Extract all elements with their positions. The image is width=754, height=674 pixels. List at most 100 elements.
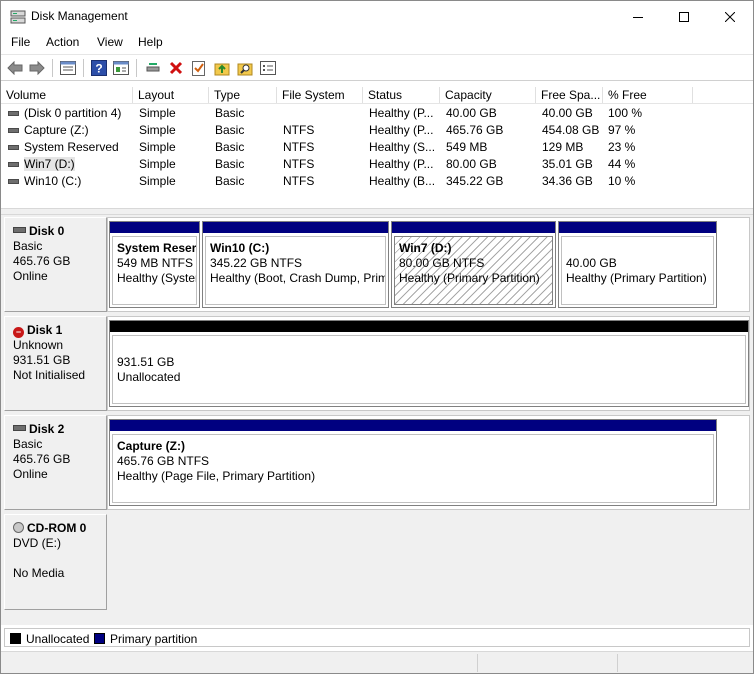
column-header-volume[interactable]: Volume (1, 87, 133, 103)
check-icon (192, 61, 205, 76)
cell-type: Basic (215, 174, 245, 188)
cell-type: Basic (215, 157, 245, 171)
cell-status: Healthy (P... (369, 123, 434, 137)
cell-capacity: 80.00 GB (446, 157, 497, 171)
minimize-button[interactable] (615, 1, 661, 32)
partition-status: Healthy (Syster (117, 271, 197, 285)
cell-type: Basic (215, 140, 245, 154)
partition-status: Healthy (Page File, Primary Partition) (117, 469, 316, 483)
partition-capture[interactable]: Capture (Z:) 465.76 GB NTFS Healthy (Pag… (109, 419, 717, 506)
legend-label-unallocated: Unallocated (26, 632, 90, 646)
partition-name: Win10 (C:) (210, 241, 270, 255)
cell-free-space: 454.08 GB (542, 123, 600, 137)
close-icon (725, 11, 735, 22)
cell-type: Basic (215, 106, 245, 120)
settings-list-icon (260, 61, 276, 75)
volume-icon (8, 111, 19, 116)
cell-status: Healthy (P... (369, 157, 434, 171)
disk-0-label[interactable]: Disk 0 Basic 465.76 GB Online (4, 217, 107, 312)
disk-type: Unknown (13, 338, 64, 352)
partition-status: Healthy (Boot, Crash Dump, Prim (210, 271, 386, 285)
menu-view[interactable]: View (97, 35, 123, 49)
disk-state: No Media (13, 566, 65, 580)
column-header-layout[interactable]: Layout (133, 87, 209, 103)
partition-system-reserved[interactable]: System Reser 549 MB NTFS Healthy (Syster (109, 221, 200, 308)
connect-disk-button[interactable] (144, 59, 162, 77)
cdrom-0-label[interactable]: CD-ROM 0 DVD (E:) No Media (4, 514, 107, 610)
disk-name: Disk 1 (27, 323, 63, 337)
cell-percent-free: 100 % (608, 106, 643, 120)
column-header-status[interactable]: Status (363, 87, 440, 103)
disk-1-label[interactable]: − Disk 1 Unknown 931.51 GB Not Initialise… (4, 316, 107, 411)
help-icon: ? (91, 60, 107, 76)
partition-disk0-4[interactable]: 40.00 GB Healthy (Primary Partition) (558, 221, 717, 308)
close-button[interactable] (707, 1, 753, 32)
partition-bar (203, 222, 388, 233)
disk-state: Online (13, 269, 48, 283)
menu-file[interactable]: File (11, 35, 30, 49)
check-button[interactable] (190, 59, 208, 77)
forward-button[interactable] (28, 59, 46, 77)
partition-size: 465.76 GB NTFS (117, 454, 210, 468)
disk-size: 465.76 GB (13, 452, 71, 466)
cell-layout: Simple (139, 174, 176, 188)
list-view-button[interactable] (59, 59, 77, 77)
menu-action[interactable]: Action (46, 35, 79, 49)
help-button[interactable]: ? (90, 59, 108, 77)
partition-bar (110, 420, 716, 431)
pane-splitter[interactable] (1, 208, 753, 215)
cell-layout: Simple (139, 106, 176, 120)
settings-list-button[interactable] (259, 59, 277, 77)
partition-win7[interactable]: Win7 (D:) 80.00 GB NTFS Healthy (Primary… (391, 221, 556, 308)
disk-type: DVD (E:) (13, 536, 61, 550)
cell-layout: Simple (139, 140, 176, 154)
table-row[interactable]: Win10 (C:) Simple Basic NTFS Healthy (B... 34… (1, 173, 753, 190)
partition-unallocated[interactable]: 931.51 GB Unallocated (109, 320, 749, 407)
search-icon (237, 63, 253, 76)
table-row[interactable]: (Disk 0 partition 4) Simple Basic Healthy (… (1, 105, 753, 122)
up-folder-button[interactable] (213, 59, 231, 77)
disk-management-window: Disk Management File Action View Help ? (0, 0, 754, 674)
column-header-percent-free[interactable]: % Free (603, 87, 693, 103)
cell-volume: (Disk 0 partition 4) (24, 106, 122, 120)
disk-management-icon (10, 10, 26, 24)
table-row[interactable]: System Reserved Simple Basic NTFS Healthy (S… (1, 139, 753, 156)
partition-size: 80.00 GB NTFS (399, 256, 485, 270)
disk-2-label[interactable]: Disk 2 Basic 465.76 GB Online (4, 415, 107, 510)
menu-help[interactable]: Help (138, 35, 163, 49)
legend-swatch-unallocated (10, 633, 21, 644)
disk-size: 465.76 GB (13, 254, 71, 268)
forward-arrow-icon (29, 61, 45, 75)
delete-button[interactable] (167, 59, 185, 77)
column-header-free-space[interactable]: Free Spa... (536, 87, 603, 103)
cell-volume: Capture (Z:) (24, 123, 89, 137)
partition-name: Capture (Z:) (117, 439, 185, 453)
column-header-capacity[interactable]: Capacity (440, 87, 536, 103)
toolbar: ? (1, 54, 753, 81)
cell-free-space: 34.36 GB (542, 174, 593, 188)
connect-disk-icon (146, 63, 160, 72)
partition-size: 345.22 GB NTFS (210, 256, 303, 270)
disk-state: Online (13, 467, 48, 481)
partition-win10[interactable]: Win10 (C:) 345.22 GB NTFS Healthy (Boot,… (202, 221, 389, 308)
disk-map: Disk 0 Basic 465.76 GB Online System Res… (1, 215, 753, 625)
disk-icon (13, 227, 26, 233)
partition-status: Unallocated (117, 370, 181, 384)
delete-icon (169, 61, 183, 75)
table-row[interactable]: Capture (Z:) Simple Basic NTFS Healthy (P...… (1, 122, 753, 139)
maximize-button[interactable] (661, 1, 707, 32)
table-row[interactable]: Win7 (D:) Simple Basic NTFS Healthy (P... 80.… (1, 156, 753, 173)
disk-name: Disk 2 (29, 422, 65, 436)
column-header-type[interactable]: Type (209, 87, 277, 103)
disk-type: Basic (13, 239, 43, 253)
properties-button[interactable] (112, 59, 130, 77)
status-bar (1, 651, 753, 673)
search-button[interactable] (236, 59, 254, 77)
cell-free-space: 35.01 GB (542, 157, 593, 171)
column-header-file-system[interactable]: File System (277, 87, 363, 103)
cell-capacity: 465.76 GB (446, 123, 504, 137)
back-button[interactable] (6, 59, 24, 77)
properties-icon (113, 61, 129, 75)
cell-capacity: 345.22 GB (446, 174, 504, 188)
cell-layout: Simple (139, 157, 176, 171)
